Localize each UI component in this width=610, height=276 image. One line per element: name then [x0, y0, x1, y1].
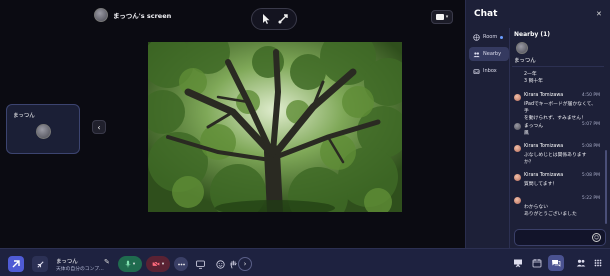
screen-title: まっつん's screen — [113, 12, 172, 20]
tab-nearby[interactable]: Nearby — [469, 47, 509, 61]
message-time: 5:08 PM — [581, 144, 600, 149]
status-button[interactable] — [174, 257, 188, 271]
microphone-icon — [125, 260, 131, 268]
message-text: iPadでキーボードが届かなくて、手 を動けられず、すみません！ — [524, 102, 596, 121]
message-sender: Kirara Tomizawa — [524, 93, 564, 98]
tab-room[interactable]: Room — [469, 30, 509, 44]
tab-inbox-label: Inbox — [483, 68, 497, 74]
message-list: 2一年 3 飼十年 Kirara Tomizawa 4:50 PM iPadでキ… — [512, 68, 604, 252]
bottom-toolbar: まっつん 天体の自分のコンプ… ✎ ▾ ▾ › — [0, 248, 610, 276]
nearby-user-avatar[interactable] — [516, 42, 528, 54]
sender-avatar — [514, 94, 521, 101]
sender-avatar — [514, 145, 521, 152]
app-logo-button[interactable] — [8, 256, 24, 272]
apps-button[interactable] — [592, 257, 604, 269]
message-text: 3 飼十年 — [524, 79, 543, 84]
pointer-controls — [251, 8, 297, 30]
grid-icon — [594, 259, 602, 267]
calendar-icon — [532, 259, 542, 268]
user-status-box[interactable]: まっつん 天体の自分のコンプ… — [52, 255, 112, 273]
chat-input[interactable] — [520, 232, 590, 244]
message-time: 5:22 PM — [581, 196, 600, 201]
chat-input-box: ☺ — [514, 229, 606, 246]
chat-title: Chat — [474, 9, 498, 19]
chat-panel: Chat ✕ Room Nearby Inbox Nearby (1) まっつん… — [465, 0, 610, 248]
inbox-icon — [473, 68, 480, 74]
screen-share-icon — [195, 260, 205, 269]
chat-toggle-button[interactable] — [548, 255, 564, 271]
shrink-icon — [36, 260, 44, 268]
microphone-button[interactable]: ▾ — [118, 256, 142, 272]
chat-scrollbar[interactable] — [605, 150, 607, 224]
nearby-divider — [512, 66, 604, 67]
message-sender: Kirara Tomizawa — [524, 173, 564, 178]
emoji-reaction-button[interactable] — [213, 257, 227, 271]
nearby-user-name: まっつん — [514, 58, 536, 64]
message-text: ぶなしめじとは関係あります か？ — [524, 153, 587, 165]
view-mode-button[interactable]: ▾ — [431, 10, 453, 24]
nearby-header: Nearby (1) — [514, 31, 551, 38]
chevron-down-icon: ▾ — [161, 261, 165, 267]
smiley-icon — [215, 259, 225, 269]
emoji-icon[interactable]: ☺ — [592, 233, 601, 242]
share-screen-button[interactable] — [193, 257, 207, 271]
camera-off-icon — [152, 261, 160, 267]
logo-icon — [12, 260, 20, 268]
sender-avatar — [514, 174, 521, 181]
chevron-down-icon: ▾ — [445, 14, 449, 20]
people-icon — [473, 51, 480, 57]
message-text: 質問してます！ — [524, 182, 558, 187]
sender-avatar — [514, 123, 521, 130]
chat-icon — [552, 260, 561, 267]
screen-view-icon — [435, 14, 444, 20]
globe-icon — [473, 33, 480, 41]
message-time: 5:07 PM — [581, 122, 600, 127]
unread-dot — [500, 35, 504, 39]
tab-inbox[interactable]: Inbox — [469, 64, 509, 78]
chevron-down-icon: ▾ — [132, 261, 136, 267]
participant-tile[interactable]: まっつん — [6, 104, 80, 154]
user-name: まっつん — [56, 259, 78, 265]
main-stage: まっつん's screen ▾ まっつん ‹ — [0, 0, 465, 248]
exit-button[interactable] — [32, 256, 48, 272]
people-icon — [576, 259, 586, 267]
close-icon[interactable]: ✕ — [596, 10, 602, 18]
chat-tabs: Room Nearby Inbox — [469, 30, 509, 81]
participant-avatar — [36, 124, 51, 139]
message-text: 鳳 — [524, 131, 529, 136]
user-status-text: 天体の自分のコンプ… — [56, 267, 104, 272]
message-time: 4:50 PM — [581, 93, 600, 98]
sender-avatar — [514, 197, 521, 204]
collapse-participants-button[interactable]: ‹ — [92, 120, 106, 134]
whiteboard-button[interactable] — [512, 257, 524, 269]
message-time: 5:08 PM — [581, 173, 600, 178]
message-text: 2一年 — [524, 72, 537, 77]
message-sender: まっつん — [524, 124, 543, 129]
camera-button[interactable]: ▾ — [146, 256, 170, 272]
dots-icon — [177, 263, 185, 265]
people-button[interactable] — [575, 257, 587, 269]
chevron-right-icon: › — [243, 260, 247, 268]
shared-screen-image — [148, 42, 402, 212]
laser-pointer-icon[interactable] — [277, 10, 289, 29]
pointer-icon[interactable] — [260, 10, 272, 29]
chevron-left-icon: ‹ — [97, 122, 101, 132]
more-options-button[interactable]: › — [238, 257, 252, 271]
tab-nearby-label: Nearby — [483, 51, 502, 57]
screen-header: まっつん's screen — [94, 8, 171, 22]
hand-icon — [230, 260, 237, 268]
whiteboard-icon — [514, 259, 522, 268]
tab-room-label: Room — [483, 34, 498, 40]
chat-body: Nearby (1) まっつん 2一年 3 飼十年 Kirara Tomizaw… — [512, 28, 608, 248]
tabs-divider — [509, 28, 510, 248]
tree-photo — [148, 42, 402, 212]
calendar-button[interactable] — [531, 257, 543, 269]
message-sender: Kirara Tomizawa — [524, 144, 564, 149]
participant-name: まっつん — [13, 113, 35, 119]
message-text: わからない ありがとうございました — [524, 205, 577, 217]
pencil-icon[interactable]: ✎ — [104, 258, 110, 266]
presenter-avatar — [94, 8, 108, 22]
